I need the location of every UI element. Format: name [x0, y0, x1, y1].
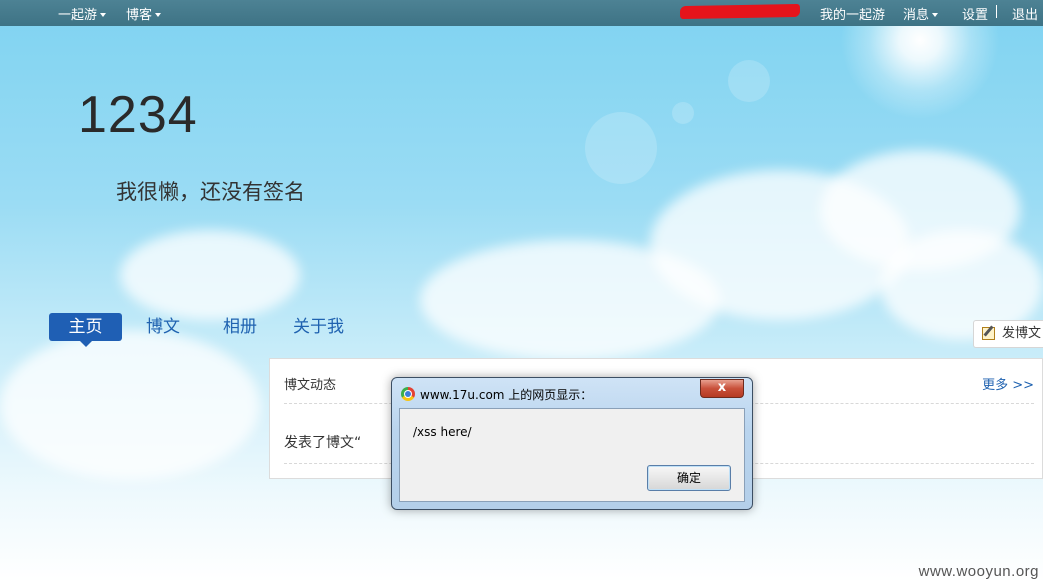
dialog-close-button[interactable]: x	[700, 379, 744, 398]
ok-button[interactable]: 确定	[647, 465, 731, 491]
nav-menu-label: 一起游	[58, 8, 98, 23]
caret-down-icon	[100, 13, 107, 17]
cloud	[0, 330, 260, 480]
redacted-username	[679, 3, 801, 20]
tab-album[interactable]: 相册	[223, 313, 257, 341]
new-post-button[interactable]: 发博文	[973, 320, 1043, 348]
panel-title: 博文动态	[284, 378, 337, 393]
messages-menu[interactable]: 消息	[903, 4, 939, 23]
logout-link[interactable]: 退出	[1012, 4, 1038, 23]
chrome-icon	[401, 387, 415, 401]
edit-icon	[982, 327, 995, 340]
messages-label: 消息	[903, 8, 930, 23]
tab-about[interactable]: 关于我	[293, 313, 344, 341]
tab-blog[interactable]: 博文	[146, 313, 180, 341]
watermark: www.wooyun.org	[918, 563, 1039, 580]
dialog-message: /xss here/	[413, 425, 472, 439]
top-navbar: 一起游 博客 我的一起游 消息 设置 退出	[0, 0, 1043, 26]
caret-down-icon	[932, 13, 939, 17]
dialog-titlebar[interactable]: www.17u.com 上的网页显示： x	[392, 378, 752, 408]
dialog-title: www.17u.com 上的网页显示：	[420, 388, 593, 402]
more-link[interactable]: 更多 >>	[982, 374, 1034, 393]
tab-home[interactable]: 主页	[49, 313, 122, 347]
profile-name: 1234	[78, 86, 198, 144]
lens-flare	[672, 102, 694, 124]
nav-menu-yiqiyou[interactable]: 一起游	[58, 4, 107, 23]
settings-link[interactable]: 设置	[962, 4, 988, 23]
cloud	[120, 230, 300, 320]
new-post-label: 发博文	[1002, 326, 1042, 341]
caret-down-icon	[155, 13, 162, 17]
lens-flare	[728, 60, 770, 102]
divider	[996, 5, 997, 18]
my-yiqiyou-link[interactable]: 我的一起游	[820, 4, 885, 23]
activity-item[interactable]: 发表了博文“	[284, 432, 361, 452]
lens-flare	[585, 112, 657, 184]
nav-menu-blog[interactable]: 博客	[126, 4, 162, 23]
nav-menu-label: 博客	[126, 8, 153, 23]
alert-dialog: www.17u.com 上的网页显示： x /xss here/ 确定	[391, 377, 753, 510]
profile-signature: 我很懒，还没有签名	[116, 180, 305, 204]
dialog-body: /xss here/ 确定	[399, 408, 745, 502]
